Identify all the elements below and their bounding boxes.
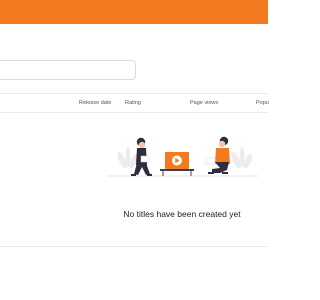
empty-state-illustration <box>108 136 258 177</box>
empty-state-message: No titles have been created yet <box>123 209 241 219</box>
table-header: Release date Rating Page views Popu <box>0 93 269 113</box>
video-play-icon <box>160 152 194 176</box>
divider <box>0 246 268 247</box>
search-input[interactable] <box>0 60 136 80</box>
column-header-popularity[interactable]: Popu <box>256 100 269 106</box>
person-right-figure <box>205 136 230 174</box>
column-header-rating[interactable]: Rating <box>125 100 141 106</box>
column-header-release-date[interactable]: Release date <box>79 100 111 106</box>
top-bar <box>0 0 268 24</box>
column-header-page-views[interactable]: Page views <box>190 100 218 106</box>
